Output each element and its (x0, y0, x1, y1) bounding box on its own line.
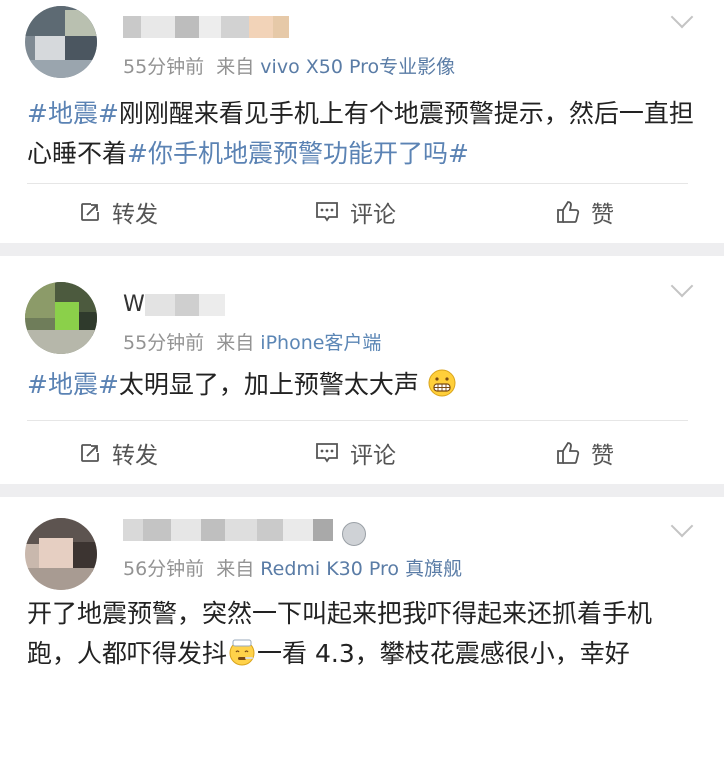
username-blurred[interactable]: W (123, 294, 225, 316)
like-button[interactable]: 赞 (555, 436, 614, 470)
comment-icon (316, 443, 338, 463)
sick-emoji (229, 639, 255, 666)
source-prefix: 来自 (216, 332, 255, 354)
post-separator (0, 243, 724, 256)
like-icon (557, 442, 580, 464)
comment-icon (316, 202, 338, 222)
username-blurred[interactable] (123, 16, 289, 38)
like-label: 赞 (591, 202, 614, 228)
repost-icon (81, 444, 99, 462)
topic-link[interactable]: #你手机地震预警功能开了吗# (127, 139, 469, 168)
post-time: 56分钟前 (123, 558, 205, 580)
post-content: #地震#刚刚醒来看见手机上有个地震预警提示，然后一直担心睡不着#你手机地震预警功… (27, 94, 698, 174)
medal-badge[interactable] (342, 522, 366, 546)
like-button[interactable]: 赞 (555, 195, 614, 229)
comment-label: 评论 (350, 443, 396, 469)
avatar[interactable] (25, 6, 97, 78)
post-card: W 55分钟前 来自 iPhone客户端 #地震#太明显了，加上预警太大声 转发… (0, 256, 724, 484)
avatar[interactable] (25, 282, 97, 354)
post-source[interactable]: Redmi K30 Pro 真旗舰 (260, 558, 462, 580)
repost-button[interactable]: 转发 (78, 436, 158, 470)
post-meta: 55分钟前 来自 vivo X50 Pro专业影像 (123, 52, 455, 79)
comment-button[interactable]: 评论 (314, 436, 396, 470)
divider (27, 420, 688, 421)
repost-label: 转发 (112, 443, 158, 469)
post-card: 55分钟前 来自 vivo X50 Pro专业影像 #地震#刚刚醒来看见手机上有… (0, 0, 724, 243)
divider (27, 183, 688, 184)
repost-label: 转发 (112, 202, 158, 228)
post-source[interactable]: vivo X50 Pro专业影像 (260, 56, 455, 78)
like-icon (557, 201, 580, 223)
comment-button[interactable]: 评论 (314, 195, 396, 229)
source-prefix: 来自 (216, 558, 255, 580)
post-meta: 55分钟前 来自 iPhone客户端 (123, 328, 381, 355)
avatar[interactable] (25, 518, 97, 590)
chevron-down-icon[interactable] (670, 514, 694, 538)
chevron-down-icon[interactable] (670, 5, 694, 29)
chevron-down-icon[interactable] (670, 274, 694, 298)
post-text: 太明显了，加上预警太大声 (118, 370, 419, 399)
post-meta: 56分钟前 来自 Redmi K30 Pro 真旗舰 (123, 554, 462, 581)
repost-icon (81, 203, 99, 221)
comment-label: 评论 (350, 202, 396, 228)
post-card: 56分钟前 来自 Redmi K30 Pro 真旗舰 开了地震预警，突然一下叫起… (0, 497, 724, 767)
post-source[interactable]: iPhone客户端 (260, 332, 381, 354)
post-content: #地震#太明显了，加上预警太大声 (27, 365, 698, 405)
source-prefix: 来自 (216, 56, 255, 78)
like-label: 赞 (591, 443, 614, 469)
topic-link[interactable]: #地震# (27, 370, 119, 399)
post-content: 开了地震预警，突然一下叫起来把我吓得起来还抓着手机跑，人都吓得发抖 一看 4.3，… (27, 594, 698, 674)
post-separator (0, 484, 724, 497)
post-time: 55分钟前 (123, 332, 205, 354)
topic-link[interactable]: #地震# (27, 99, 119, 128)
grin-emoji (428, 369, 456, 397)
username-visible: W (123, 292, 145, 317)
repost-button[interactable]: 转发 (78, 195, 158, 229)
username-blurred[interactable] (123, 519, 333, 541)
post-text: 一看 4.3，攀枝花震感很小，幸好 (257, 639, 630, 668)
post-time: 55分钟前 (123, 56, 205, 78)
